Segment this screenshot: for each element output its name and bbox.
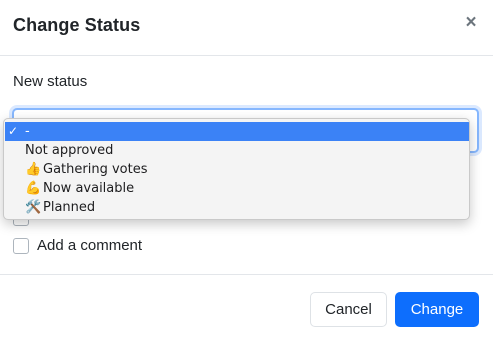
tools-icon: 🛠️: [25, 200, 42, 215]
change-status-modal: Change Status × New status Add a comment…: [0, 0, 493, 339]
modal-header: Change Status ×: [0, 0, 493, 56]
status-option-label: Not approved: [25, 143, 114, 158]
status-option-none[interactable]: ✓ -: [5, 122, 469, 141]
add-comment-label: Add a comment: [37, 237, 143, 254]
add-comment-row[interactable]: Add a comment: [13, 237, 142, 254]
status-option-now-available[interactable]: 💪 Now available: [5, 179, 469, 198]
status-option-not-approved[interactable]: Not approved: [5, 141, 469, 160]
status-option-label: Gathering votes: [43, 162, 148, 177]
modal-title: Change Status: [13, 15, 141, 35]
change-button[interactable]: Change: [395, 292, 479, 327]
add-comment-checkbox[interactable]: [13, 237, 29, 254]
status-option-gathering-votes[interactable]: 👍 Gathering votes: [5, 160, 469, 179]
status-option-label: Planned: [43, 200, 96, 215]
status-dropdown-list: ✓ - Not approved 👍 Gathering votes 💪 Now a…: [3, 118, 470, 220]
status-option-label: Now available: [43, 181, 135, 196]
flexed-biceps-icon: 💪: [25, 181, 42, 196]
cancel-button[interactable]: Cancel: [310, 292, 387, 327]
thumbs-up-icon: 👍: [25, 162, 42, 177]
new-status-label: New status: [13, 73, 88, 90]
status-option-label: -: [25, 124, 30, 139]
checkmark-icon: ✓: [8, 124, 19, 138]
modal-footer: Cancel Change: [0, 274, 493, 339]
status-option-planned[interactable]: 🛠️ Planned: [5, 198, 469, 217]
close-icon[interactable]: ×: [463, 13, 479, 33]
